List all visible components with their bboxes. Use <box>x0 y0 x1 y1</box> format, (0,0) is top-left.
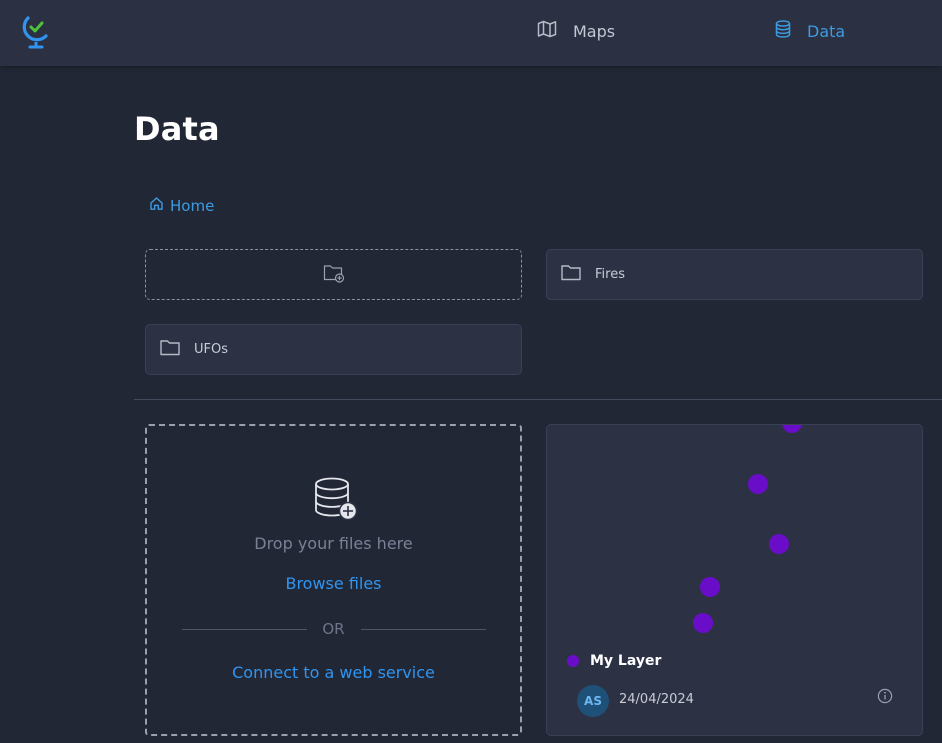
folder-label: Fires <box>595 267 625 282</box>
file-dropzone[interactable]: Drop your files here Browse files OR Con… <box>145 424 522 736</box>
layer-preview-map <box>693 425 802 633</box>
nav-maps[interactable]: Maps <box>537 20 615 42</box>
home-icon <box>149 196 170 215</box>
layer-point <box>769 534 789 554</box>
database-add-icon <box>313 476 359 526</box>
info-icon[interactable] <box>877 688 893 708</box>
top-navigation-bar: Maps Data <box>0 0 942 66</box>
folder-icon <box>561 264 581 285</box>
layer-point <box>782 425 802 433</box>
layer-date: 24/04/2024 <box>619 692 694 707</box>
section-divider <box>134 399 942 400</box>
layer-point <box>693 613 713 633</box>
folder-ufos[interactable]: UFOs <box>145 324 522 375</box>
avatar: AS <box>577 685 609 717</box>
breadcrumb-home[interactable]: Home <box>149 196 214 215</box>
layer-color-dot <box>567 655 579 667</box>
new-folder-button[interactable] <box>145 249 522 300</box>
or-divider-right <box>361 629 486 630</box>
nav-maps-label: Maps <box>573 21 616 41</box>
page-title: Data <box>134 110 220 148</box>
folder-fires[interactable]: Fires <box>546 249 923 300</box>
breadcrumb-label: Home <box>170 196 215 215</box>
database-icon <box>775 20 807 42</box>
browse-files-link[interactable]: Browse files <box>147 574 520 593</box>
folder-icon <box>160 339 180 360</box>
layer-name-row: My Layer <box>567 653 661 669</box>
layer-card[interactable]: My Layer AS 24/04/2024 <box>546 424 923 736</box>
drop-files-text: Drop your files here <box>254 534 413 553</box>
layer-point <box>700 577 720 597</box>
connect-web-service-link[interactable]: Connect to a web service <box>147 663 520 682</box>
map-icon <box>537 20 573 42</box>
globe-logo-icon[interactable] <box>20 12 52 50</box>
layer-name: My Layer <box>590 653 662 669</box>
nav-data-label: Data <box>807 21 846 41</box>
folder-label: UFOs <box>194 342 228 357</box>
folder-add-icon <box>323 263 345 287</box>
nav-data[interactable]: Data <box>775 20 845 42</box>
layer-point <box>748 474 768 494</box>
